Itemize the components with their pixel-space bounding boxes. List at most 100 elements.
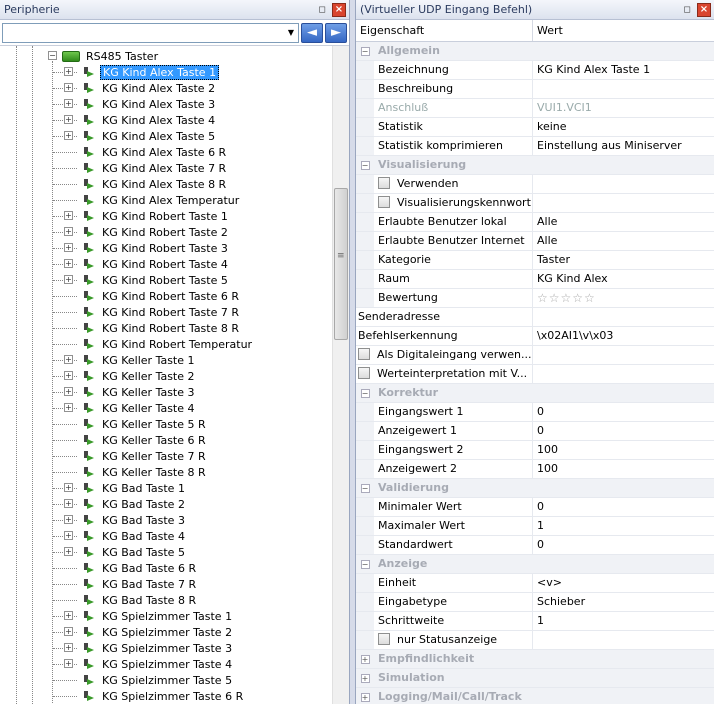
expand-icon[interactable]: + [64,611,73,620]
tree-item[interactable]: KG Keller Taste 5 R [64,416,208,432]
tree-item[interactable]: KG Bad Taste 8 R [64,592,198,608]
tree-item[interactable]: KG Keller Taste 8 R [64,464,208,480]
tree-root-rs485[interactable]: − RS485 Taster [48,48,160,64]
column-header-property[interactable]: Eigenschaft [356,20,533,41]
tree-item[interactable]: KG Kind Alex Taste 8 R [64,176,228,192]
tree-item[interactable]: + KG Bad Taste 2 [64,496,187,512]
collapse-icon[interactable]: − [48,51,57,60]
property-row[interactable]: Visualisierungskennwort [356,194,714,213]
property-value[interactable]: \x02AI1\v\x03 [537,329,613,342]
tree-item[interactable]: KG Kind Alex Taste 7 R [64,160,228,176]
category-visualisierung[interactable]: − Visualisierung [356,156,714,175]
category-validierung[interactable]: − Validierung [356,479,714,498]
expand-icon[interactable]: + [64,211,73,220]
property-row[interactable]: Eingabetype Schieber [356,593,714,612]
collapse-icon[interactable]: − [360,160,370,170]
property-value[interactable]: Schieber [537,595,585,608]
tree-item[interactable]: + KG Spielzimmer Taste 4 [64,656,234,672]
property-row[interactable]: Schrittweite 1 [356,612,714,631]
expand-icon[interactable]: + [64,371,73,380]
expand-icon[interactable]: + [360,654,370,664]
property-value[interactable]: Alle [537,215,557,228]
tree-scrollbar-thumb[interactable] [334,188,348,340]
forward-arrow-icon[interactable]: ► [325,22,347,43]
tree-item[interactable]: KG Kind Alex Temperatur [64,192,241,208]
property-row[interactable]: Raum KG Kind Alex [356,270,714,289]
expand-icon[interactable]: + [64,67,73,76]
property-value[interactable]: <v> [537,576,562,589]
tree-item[interactable]: + KG Kind Robert Taste 2 [64,224,230,240]
tree-item[interactable]: + KG Kind Robert Taste 3 [64,240,230,256]
tree-item[interactable]: + KG Kind Alex Taste 3 [64,96,217,112]
property-row[interactable]: Standardwert 0 [356,536,714,555]
expand-icon[interactable]: + [64,499,73,508]
tree-item[interactable]: + KG Kind Robert Taste 5 [64,272,230,288]
property-value[interactable]: 0 [537,424,544,437]
tree-item[interactable]: + KG Spielzimmer Taste 1 [64,608,234,624]
pin-icon[interactable]: ◻ [315,3,329,17]
expand-icon[interactable]: + [64,115,73,124]
tree-item[interactable]: + KG Kind Robert Taste 4 [64,256,230,272]
expand-icon[interactable]: + [64,275,73,284]
category-simulation[interactable]: + Simulation [356,669,714,688]
expand-icon[interactable]: + [64,387,73,396]
property-row[interactable]: Beschreibung [356,80,714,99]
back-arrow-icon[interactable]: ◄ [301,22,323,43]
collapse-icon[interactable]: − [360,559,370,569]
property-value[interactable]: KG Kind Alex [537,272,608,285]
property-row[interactable]: nur Statusanzeige [356,631,714,650]
property-row[interactable]: Statistik keine [356,118,714,137]
tree-item[interactable]: + KG Kind Alex Taste 2 [64,80,217,96]
chevron-down-icon[interactable]: ▼ [284,28,298,37]
property-row[interactable]: Einheit <v> [356,574,714,593]
expand-icon[interactable]: + [64,515,73,524]
property-value[interactable]: 0 [537,538,544,551]
tree-item[interactable]: + KG Keller Taste 4 [64,400,197,416]
expand-icon[interactable]: + [64,259,73,268]
tree-item[interactable]: KG Spielzimmer Taste 6 R [64,688,245,704]
checkbox[interactable] [358,367,370,379]
expand-icon[interactable]: + [64,627,73,636]
tree-item[interactable]: + KG Bad Taste 3 [64,512,187,528]
collapse-icon[interactable]: − [360,483,370,493]
close-icon[interactable]: × [697,2,711,17]
category-korrektur[interactable]: − Korrektur [356,384,714,403]
tree-item[interactable]: KG Keller Taste 6 R [64,432,208,448]
collapse-icon[interactable]: − [360,46,370,56]
expand-icon[interactable]: + [360,673,370,683]
property-value[interactable]: 0 [537,405,544,418]
rating-stars[interactable]: ☆☆☆☆☆ [537,291,596,305]
property-row[interactable]: Erlaubte Benutzer Internet Alle [356,232,714,251]
tree-item[interactable]: + KG Bad Taste 1 [64,480,187,496]
tree-item[interactable]: KG Keller Taste 7 R [64,448,208,464]
property-row[interactable]: Werteinterpretation mit V... [356,365,714,384]
tree-item[interactable]: KG Bad Taste 7 R [64,576,198,592]
tree-item[interactable]: + KG Spielzimmer Taste 3 [64,640,234,656]
tree-item[interactable]: + KG Spielzimmer Taste 2 [64,624,234,640]
category-allgemein[interactable]: − Allgemein [356,42,714,61]
expand-icon[interactable]: + [64,643,73,652]
tree-item[interactable]: + KG Bad Taste 4 [64,528,187,544]
expand-icon[interactable]: + [64,243,73,252]
property-row[interactable]: Eingangswert 2 100 [356,441,714,460]
tree-item[interactable]: KG Kind Robert Taste 6 R [64,288,241,304]
expand-icon[interactable]: + [64,531,73,540]
expand-icon[interactable]: + [64,403,73,412]
property-row[interactable]: Minimaler Wert 0 [356,498,714,517]
expand-icon[interactable]: + [64,355,73,364]
tree-item[interactable]: KG Spielzimmer Taste 5 [64,672,234,688]
tree-scrollbar[interactable] [332,46,349,704]
property-row[interactable]: Befehlserkennung \x02AI1\v\x03 [356,327,714,346]
expand-icon[interactable]: + [360,692,370,702]
property-value[interactable]: Taster [537,253,570,266]
tree-item[interactable]: KG Kind Alex Taste 6 R [64,144,228,160]
tree-item[interactable]: KG Kind Robert Taste 7 R [64,304,241,320]
category-logging-mail-call-track[interactable]: + Logging/Mail/Call/Track [356,688,714,704]
property-value[interactable]: 100 [537,462,558,475]
checkbox[interactable] [358,348,370,360]
property-row[interactable]: Anschluß VUI1.VCI1 [356,99,714,118]
expand-icon[interactable]: + [64,659,73,668]
expand-icon[interactable]: + [64,99,73,108]
expand-icon[interactable]: + [64,483,73,492]
tree-item[interactable]: + KG Keller Taste 3 [64,384,197,400]
